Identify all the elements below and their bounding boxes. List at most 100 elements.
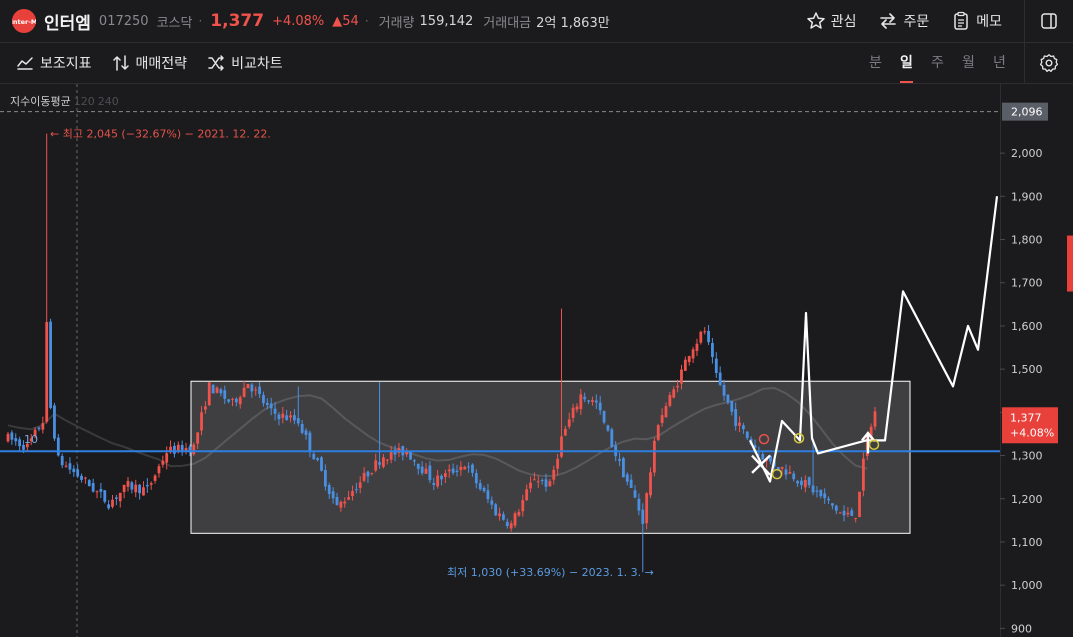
candle-body <box>142 487 145 496</box>
candle-body <box>451 468 455 473</box>
side-panel-toggle[interactable] <box>1025 0 1073 42</box>
candle-body <box>571 407 575 418</box>
watch-button[interactable]: 관심 <box>806 11 856 31</box>
candle-body <box>382 457 385 467</box>
candle-body <box>157 466 161 474</box>
y-tick-label: 1,300 <box>1011 450 1043 463</box>
candle-body <box>695 343 699 351</box>
candle-body <box>649 472 652 496</box>
candle-body <box>815 490 819 492</box>
candle-body <box>556 458 560 469</box>
candle-body <box>76 469 80 477</box>
candle-body <box>10 432 14 440</box>
candle-body <box>606 425 610 431</box>
candle-body <box>53 405 56 439</box>
max-level-label: 2,096 <box>1011 106 1043 119</box>
candle-body <box>223 390 227 399</box>
candle-body <box>41 423 45 430</box>
candle-body <box>269 403 273 409</box>
period-tab-year[interactable]: 년 <box>984 43 1015 83</box>
chart-settings-button[interactable] <box>1024 43 1073 83</box>
candle-body <box>242 387 246 397</box>
side-panel-icon <box>1041 13 1057 29</box>
y-tick-label: 1,100 <box>1011 536 1043 549</box>
period-tab-minute[interactable]: 분 <box>860 43 891 83</box>
strategy-button[interactable]: 매매전략 <box>112 53 188 73</box>
candle-body <box>215 387 219 393</box>
candle-body <box>625 474 629 482</box>
separator-dot: · <box>198 14 203 28</box>
candle-body <box>800 480 803 486</box>
order-button[interactable]: 주문 <box>878 11 929 31</box>
candle-body <box>660 415 664 424</box>
candle-body <box>84 477 87 479</box>
stock-code: 017250 <box>98 13 149 29</box>
y-tick-label: 2,000 <box>1011 147 1043 160</box>
candle-body <box>594 400 598 403</box>
candle-body <box>347 497 351 500</box>
candle-body <box>420 466 424 474</box>
candle-body <box>254 389 258 391</box>
candle-body <box>323 469 327 487</box>
top-bar: inter-M 인터엠 017250 코스닥 · 1,377 +4.08% ▲5… <box>0 0 1073 43</box>
candle-body <box>668 394 672 406</box>
candle-body <box>161 460 165 465</box>
candle-body <box>610 429 614 447</box>
candle-body <box>335 497 339 505</box>
candle-body <box>455 470 459 473</box>
candle-body <box>304 430 308 435</box>
candle-body <box>281 413 285 418</box>
candle-body <box>703 331 707 333</box>
candle-body <box>227 399 231 402</box>
candle-body <box>308 432 312 451</box>
candle-body <box>683 359 687 371</box>
memo-button[interactable]: 메모 <box>951 11 1002 31</box>
candle-body <box>258 386 261 395</box>
period-tab-week[interactable]: 주 <box>922 43 953 83</box>
candle-body <box>111 499 114 507</box>
moving-average-legend[interactable]: 지수이동평균 120 240 <box>10 93 119 109</box>
candle-body <box>126 480 130 487</box>
candle-body <box>447 469 451 472</box>
candle-body <box>173 445 176 454</box>
candle-body <box>196 432 200 444</box>
period-tab-month[interactable]: 월 <box>953 43 984 83</box>
candle-body <box>362 472 366 481</box>
svg-text:inter-M: inter-M <box>12 18 36 26</box>
indicators-button[interactable]: 보조지표 <box>16 53 92 73</box>
low-annotation: 최저 1,030 (+33.69%) − 2023. 1. 3. → <box>447 566 654 579</box>
candle-body <box>72 468 76 473</box>
candle-body <box>567 419 571 427</box>
y-tick-label: 1,900 <box>1011 190 1043 203</box>
candle-body <box>354 489 358 491</box>
candle-body <box>532 479 536 481</box>
candle-body <box>587 400 590 402</box>
candle-body <box>583 396 587 400</box>
compare-button[interactable]: 비교차트 <box>207 53 283 73</box>
candle-body <box>687 356 691 363</box>
candle-body <box>850 510 854 516</box>
y-tick-label: 1,800 <box>1011 234 1043 247</box>
candle-body <box>730 400 734 412</box>
strategy-label: 매매전략 <box>135 56 188 72</box>
candle-body <box>145 484 149 487</box>
candle-body <box>49 321 52 408</box>
star-icon <box>806 12 825 29</box>
price-chart[interactable]: 2,0969001,0001,1001,2001,3001,4001,5001,… <box>0 84 1073 637</box>
stock-name: 인터엠 <box>44 13 91 34</box>
candle-body <box>827 498 830 501</box>
candle-body <box>99 488 103 492</box>
candle-body <box>529 482 532 489</box>
period-tab-day[interactable]: 일 <box>891 43 922 83</box>
candle-body <box>521 500 525 512</box>
candle-body <box>56 437 60 456</box>
candle-body <box>861 458 865 491</box>
candle-body <box>637 498 641 511</box>
candle-body <box>413 460 416 462</box>
candle-body <box>231 398 234 400</box>
swap-arrows-icon <box>880 13 897 29</box>
candle-body <box>525 489 529 501</box>
candle-body <box>103 490 107 502</box>
candle-body <box>416 463 420 469</box>
candle-body <box>428 465 432 481</box>
